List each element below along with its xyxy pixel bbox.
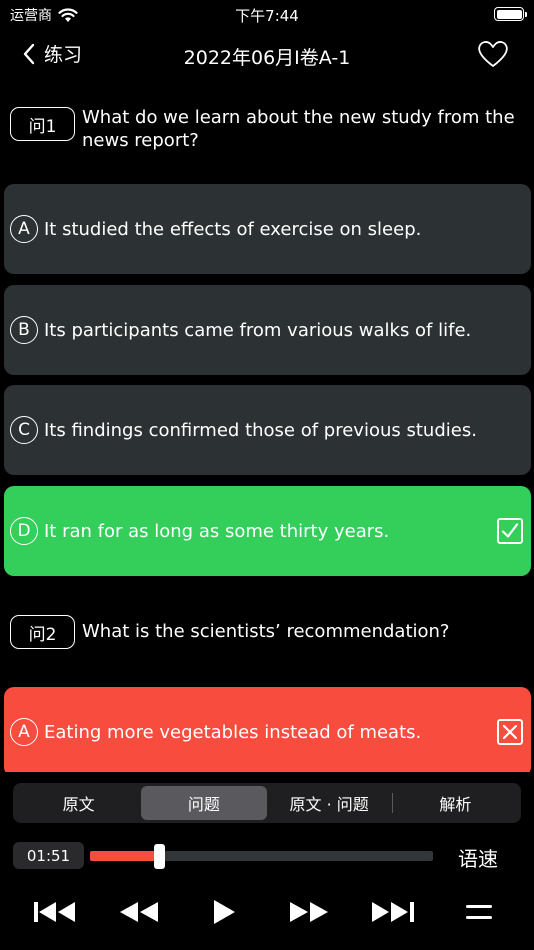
fast-forward-icon xyxy=(290,902,328,922)
question-text: What do we learn about the new study fro… xyxy=(82,107,515,151)
skip-to-end-button[interactable] xyxy=(370,894,418,930)
page-title: 2022年06月I卷A-1 xyxy=(183,47,351,69)
q1-option-d[interactable]: D It ran for as long as some thirty year… xyxy=(4,486,531,576)
status-time: 下午7:44 xyxy=(235,7,299,25)
q1-option-c[interactable]: C Its findings confirmed those of previo… xyxy=(4,385,531,475)
progress-slider[interactable] xyxy=(90,844,433,869)
play-icon xyxy=(214,900,235,924)
progress-played xyxy=(90,851,159,861)
question-text: What is the scientists’ recommendation? xyxy=(82,621,450,642)
elapsed-time: 01:51 xyxy=(13,842,84,869)
nav-bar: 练习 2022年06月I卷A-1 xyxy=(0,34,534,78)
speed-button[interactable]: 语速 xyxy=(458,843,498,872)
question-badge: 问1 xyxy=(10,107,75,141)
option-text: Its participants came from various walks… xyxy=(44,319,472,341)
fast-forward-button[interactable] xyxy=(288,894,330,930)
battery-icon xyxy=(494,7,527,21)
checkbox-x-icon xyxy=(497,719,523,745)
question-2: 问2 What is the scientists’ recommendatio… xyxy=(10,614,520,649)
question-1: 问1 What do we learn about the new study … xyxy=(10,106,520,152)
player-panel: 原文 问题 原文 · 问题 解析 01:51 语速 xyxy=(0,772,534,950)
skip-to-start-icon xyxy=(34,902,75,922)
tab-analysis[interactable]: 解析 xyxy=(393,786,518,820)
q1-option-a[interactable]: A It studied the effects of exercise on … xyxy=(4,184,531,274)
skip-to-end-icon xyxy=(372,902,414,922)
tab-original[interactable]: 原文 xyxy=(16,786,141,820)
menu-button[interactable] xyxy=(465,894,493,930)
tab-original-questions[interactable]: 原文 · 问题 xyxy=(267,786,392,820)
question-badge: 问2 xyxy=(10,615,75,649)
play-button[interactable] xyxy=(210,894,238,930)
view-segmented-control: 原文 问题 原文 · 问题 解析 xyxy=(13,783,521,823)
option-text: Its findings confirmed those of previous… xyxy=(44,419,477,441)
option-letter: A xyxy=(10,215,38,243)
checkbox-checked-icon xyxy=(497,518,523,544)
transport-controls xyxy=(0,894,534,930)
option-letter: D xyxy=(10,517,38,545)
rewind-button[interactable] xyxy=(118,894,160,930)
option-text: It studied the effects of exercise on sl… xyxy=(44,218,422,240)
heart-icon[interactable] xyxy=(476,37,510,71)
progress-thumb[interactable] xyxy=(153,844,165,869)
status-bar: 运营商 下午7:44 xyxy=(0,0,534,28)
option-text: It ran for as long as some thirty years. xyxy=(44,520,390,542)
option-text: Eating more vegetables instead of meats. xyxy=(44,721,422,743)
option-letter: A xyxy=(10,718,38,746)
q2-option-a[interactable]: A Eating more vegetables instead of meat… xyxy=(4,687,531,777)
option-letter: B xyxy=(10,316,38,344)
option-letter: C xyxy=(10,416,38,444)
tab-questions[interactable]: 问题 xyxy=(141,786,267,820)
q1-option-b[interactable]: B Its participants came from various wal… xyxy=(4,285,531,375)
rewind-icon xyxy=(120,902,158,922)
skip-to-start-button[interactable] xyxy=(32,894,78,930)
menu-icon xyxy=(466,905,492,919)
